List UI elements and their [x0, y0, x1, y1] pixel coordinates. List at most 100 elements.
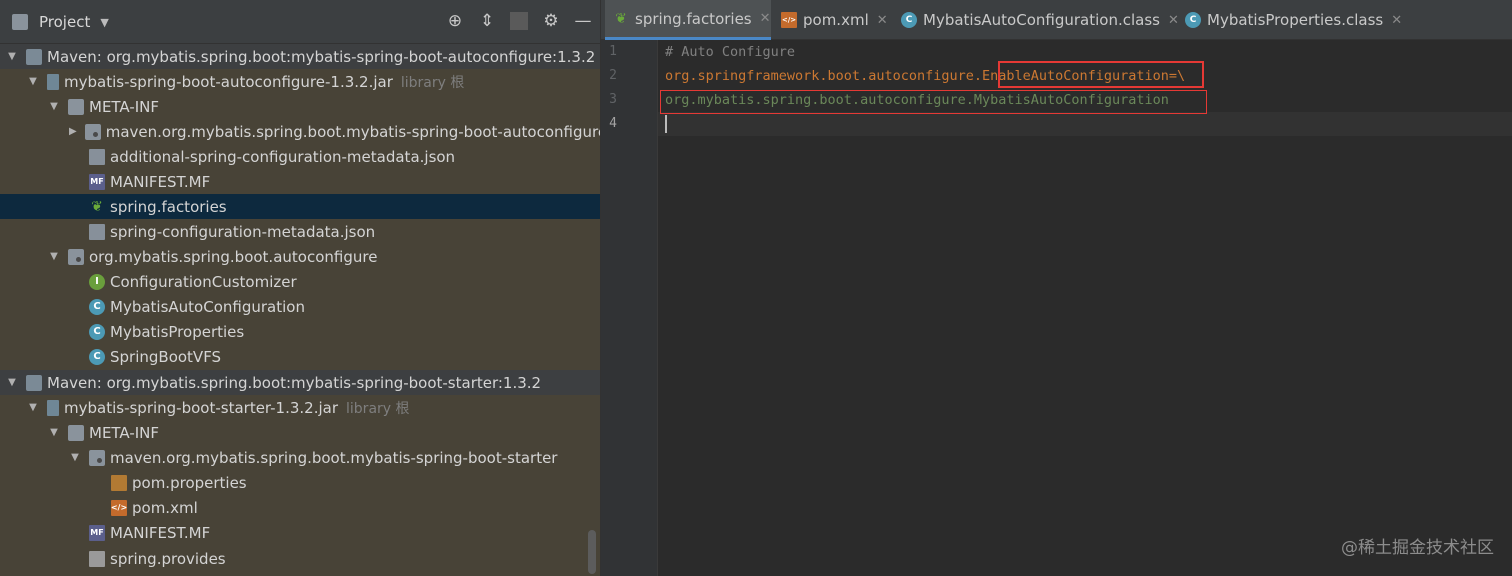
tree-item-autoconfigure-jar[interactable]: ▼ mybatis-spring-boot-autoconfigure-1.3.…	[0, 69, 600, 94]
tree-item-meta-inf[interactable]: ▼ META-INF	[0, 94, 600, 119]
tree-item-label: spring.provides	[110, 549, 226, 568]
tab-label: MybatisProperties.class	[1207, 11, 1384, 29]
gear-icon[interactable]: ⚙	[542, 11, 560, 31]
tab-pom-xml[interactable]: </> pom.xml ✕	[773, 0, 891, 40]
tree-item-maven-autoconfigure[interactable]: ▼ Maven: org.mybatis.spring.boot:mybatis…	[0, 44, 600, 69]
expanded-arrow-icon[interactable]: ▼	[6, 377, 18, 388]
tab-spring-factories[interactable]: ❦ spring.factories ✕	[605, 0, 771, 40]
manifest-icon: MF	[89, 524, 105, 541]
tree-item-label: spring-configuration-metadata.json	[110, 222, 376, 241]
tree-item-maven-starter[interactable]: ▼ Maven: org.mybatis.spring.boot:mybatis…	[0, 370, 600, 395]
tree-item-spring-provides[interactable]: spring.provides	[0, 546, 600, 571]
tree-item-label: mybatis-spring-boot-autoconfigure-1.3.2.…	[64, 72, 393, 91]
tree-item-label: SpringBootVFS	[110, 347, 222, 366]
tree-item-label: org.mybatis.spring.boot.autoconfigure	[89, 247, 378, 266]
tree-item-label: Maven: org.mybatis.spring.boot:mybatis-s…	[47, 47, 596, 66]
tree-item-label: MANIFEST.MF	[110, 523, 211, 542]
property-key-prefix: org.springframework.boot.autoconfigure.	[665, 68, 982, 84]
toolbar-divider	[510, 12, 528, 30]
code-line-comment: # Auto Configure	[665, 44, 796, 60]
spring-leaf-icon: ❦	[615, 10, 627, 27]
close-icon[interactable]: ✕	[760, 11, 771, 26]
expanded-arrow-icon[interactable]: ▼	[48, 101, 60, 112]
class-icon: C	[89, 348, 105, 365]
tree-item-meta-inf-starter[interactable]: ▼ META-INF	[0, 420, 600, 445]
project-header-toolbar: ⊕ ⇕ ⚙ —	[446, 11, 592, 31]
tab-label: MybatisAutoConfiguration.class	[923, 11, 1160, 29]
tree-item-manifest-starter[interactable]: MF MANIFEST.MF	[0, 520, 600, 545]
json-file-icon	[89, 223, 105, 240]
xml-file-icon: </>	[111, 499, 127, 516]
expanded-arrow-icon[interactable]: ▼	[69, 452, 81, 463]
project-panel-header: Project ▼ ⊕ ⇕ ⚙ —	[0, 0, 600, 44]
class-icon: C	[901, 12, 917, 28]
editor-tab-bar: ❦ spring.factories ✕ </> pom.xml ✕ C Myb…	[601, 0, 1512, 40]
annotation-box-mybatis-auto-configuration	[660, 90, 1207, 114]
minimize-icon[interactable]: —	[574, 11, 592, 31]
line-number: 2	[609, 68, 617, 83]
properties-file-icon	[111, 474, 127, 491]
expanded-arrow-icon[interactable]: ▼	[27, 402, 39, 413]
project-panel-title: Project	[39, 13, 91, 31]
tree-item-manifest[interactable]: MF MANIFEST.MF	[0, 169, 600, 194]
tree-item-maven-starter-package[interactable]: ▼ maven.org.mybatis.spring.boot.mybatis-…	[0, 445, 600, 470]
plain-file-icon	[89, 550, 105, 567]
tree-item-label: mybatis-spring-boot-starter-1.3.2.jar	[64, 398, 339, 417]
tree-item-label: MybatisAutoConfiguration	[110, 297, 305, 316]
close-icon[interactable]: ✕	[1391, 13, 1402, 28]
close-icon[interactable]: ✕	[877, 13, 888, 28]
json-spring-icon	[89, 148, 105, 165]
tree-item-configuration-customizer[interactable]: I ConfigurationCustomizer	[0, 269, 600, 294]
folder-icon	[68, 98, 84, 115]
manifest-icon: MF	[89, 173, 105, 190]
tree-item-mybatis-auto-configuration[interactable]: C MybatisAutoConfiguration	[0, 294, 600, 319]
package-folder-icon	[89, 449, 105, 466]
line-number-gutter: 1 2 3 4	[601, 40, 658, 576]
interface-icon: I	[89, 273, 105, 290]
code-editor[interactable]: # Auto Configure org.springframework.boo…	[658, 40, 1512, 576]
jar-icon	[47, 399, 59, 416]
maven-library-icon	[26, 48, 42, 65]
tree-scrollbar[interactable]	[588, 530, 596, 574]
tab-mybatis-auto-configuration[interactable]: C MybatisAutoConfiguration.class ✕	[893, 0, 1179, 40]
tree-item-label: additional-spring-configuration-metadata…	[110, 147, 456, 166]
folder-icon	[68, 424, 84, 441]
xml-file-icon: </>	[781, 12, 797, 28]
line-number: 3	[609, 92, 617, 107]
locate-file-icon[interactable]: ⊕	[446, 11, 464, 31]
project-folder-icon	[12, 14, 28, 30]
watermark: @稀土掘金技术社区	[1341, 538, 1494, 558]
line-number: 4	[609, 116, 617, 131]
tree-item-label: pom.xml	[132, 498, 198, 517]
tab-label: spring.factories	[635, 9, 752, 28]
text-caret	[665, 115, 667, 133]
collapsed-arrow-icon[interactable]: ▶	[69, 126, 77, 137]
tree-item-label: pom.properties	[132, 473, 247, 492]
tree-item-config-metadata[interactable]: spring-configuration-metadata.json	[0, 219, 600, 244]
tree-item-spring-factories[interactable]: ❦ spring.factories	[0, 194, 600, 219]
package-folder-icon	[68, 248, 84, 265]
tree-item-pom-properties[interactable]: pom.properties	[0, 470, 600, 495]
tab-label: pom.xml	[803, 11, 869, 29]
tree-item-additional-metadata[interactable]: additional-spring-configuration-metadata…	[0, 144, 600, 169]
tree-item-label: MANIFEST.MF	[110, 172, 211, 191]
tree-item-mybatis-properties[interactable]: C MybatisProperties	[0, 319, 600, 344]
tab-mybatis-properties[interactable]: C MybatisProperties.class ✕	[1177, 0, 1409, 40]
expanded-arrow-icon[interactable]: ▼	[6, 51, 18, 62]
expanded-arrow-icon[interactable]: ▼	[48, 427, 60, 438]
tree-item-maven-package[interactable]: ▶ maven.org.mybatis.spring.boot.mybatis-…	[0, 119, 607, 144]
class-icon: C	[89, 323, 105, 340]
tree-item-label: ConfigurationCustomizer	[110, 272, 297, 291]
library-root-note: library 根	[346, 400, 410, 417]
tree-item-pom-xml[interactable]: </> pom.xml	[0, 495, 600, 520]
expanded-arrow-icon[interactable]: ▼	[27, 76, 39, 87]
tree-item-starter-jar[interactable]: ▼ mybatis-spring-boot-starter-1.3.2.jar …	[0, 395, 600, 420]
class-icon: C	[1185, 12, 1201, 28]
project-view-selector[interactable]: Project ▼	[12, 13, 109, 31]
tree-item-spring-boot-vfs[interactable]: C SpringBootVFS	[0, 344, 600, 369]
collapse-all-icon[interactable]: ⇕	[478, 11, 496, 31]
jar-icon	[47, 73, 59, 90]
expanded-arrow-icon[interactable]: ▼	[48, 251, 60, 262]
tree-item-autoconfigure-package[interactable]: ▼ org.mybatis.spring.boot.autoconfigure	[0, 244, 600, 269]
tree-item-label: META-INF	[89, 423, 160, 442]
